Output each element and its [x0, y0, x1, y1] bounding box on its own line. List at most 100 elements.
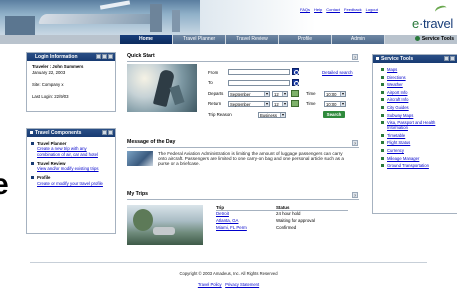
currency-icon	[381, 148, 384, 152]
message-of-the-day-title: Message of the Day	[127, 139, 176, 145]
trip-status: Waiting for approval	[276, 218, 315, 223]
calendar-icon[interactable]	[291, 100, 299, 107]
trip-reason-select[interactable]: Business	[258, 112, 286, 118]
clock-icon	[381, 133, 384, 137]
table-row: Atlanta, GA Waiting for approval	[216, 217, 319, 224]
to-label: To	[208, 80, 213, 85]
from-lookup-button[interactable]	[292, 68, 299, 75]
bullet-icon	[31, 161, 34, 165]
chevron-down-icon	[264, 102, 269, 106]
subway-icon	[381, 113, 384, 117]
service-item-timetable[interactable]: Timetable	[381, 133, 457, 138]
help-icon[interactable]	[96, 54, 101, 59]
contact-link[interactable]: Contact	[326, 7, 340, 12]
table-row: Miami, FL Perm Confirmed	[216, 224, 319, 231]
return-day-select[interactable]: 12	[272, 101, 288, 107]
minimize-icon[interactable]	[444, 56, 449, 61]
travel-components-panel: Travel Components Travel Planner Create …	[26, 128, 116, 234]
return-month-select[interactable]: September	[228, 101, 270, 107]
chevron-down-icon	[280, 113, 285, 117]
service-tools-panel: Service Tools Maps Directions Weather Ai…	[372, 54, 457, 214]
service-item-visa-passport-health[interactable]: Visa, Passport and Health Information	[381, 120, 457, 130]
etravel-logo: e·travel	[412, 16, 453, 31]
copyright-text: Copyright © 2003 Amadeus, Inc. All Right…	[179, 271, 278, 276]
trips-photo	[127, 205, 203, 245]
trip-link[interactable]: Detroit	[216, 211, 229, 216]
travel-review-link[interactable]: View and/or modify existing trips	[37, 166, 110, 171]
service-item-flight-status[interactable]: Flight Status	[381, 140, 457, 145]
faqs-link[interactable]: FAQs	[300, 7, 310, 12]
trips-table: Trip Status Detroit 24 hour hold Atlanta…	[216, 204, 319, 231]
close-icon[interactable]	[108, 54, 113, 59]
chevron-down-icon	[340, 102, 345, 106]
help-link[interactable]: Help	[314, 7, 322, 12]
help-icon[interactable]: ?	[352, 192, 358, 198]
profile-link[interactable]: Create or modify your travel profile	[37, 181, 110, 186]
close-icon[interactable]	[450, 56, 455, 61]
travel-policy-link[interactable]: Travel Policy	[198, 282, 222, 287]
service-item-weather[interactable]: Weather	[381, 82, 457, 87]
depart-month-select[interactable]: September	[228, 91, 270, 97]
header-banner-image	[0, 0, 200, 35]
service-item-city-guides[interactable]: City Guides	[381, 105, 457, 110]
tab-profile[interactable]: Profile	[279, 35, 332, 44]
trip-reason-label: Trip Reason	[208, 112, 232, 117]
travel-review-item: Travel Review View and/or modify existin…	[27, 161, 115, 172]
minimize-icon[interactable]	[102, 130, 107, 135]
service-item-aircraft-info[interactable]: Aircraft Info	[381, 97, 457, 102]
service-item-directions[interactable]: Directions	[381, 75, 457, 80]
depart-day-select[interactable]: 12	[272, 91, 288, 97]
bullet-icon	[376, 57, 379, 60]
trip-link[interactable]: Atlanta, GA	[216, 218, 238, 223]
map-icon	[381, 68, 384, 71]
bullet-icon	[30, 131, 33, 134]
bullet-icon	[31, 176, 34, 180]
from-label: From	[208, 70, 219, 75]
city-icon	[381, 105, 384, 109]
service-item-currency[interactable]: Currency	[381, 148, 457, 153]
calendar-icon[interactable]	[291, 90, 299, 97]
car-icon	[381, 164, 384, 168]
depart-time-label: Time	[306, 91, 316, 96]
gear-icon	[414, 36, 420, 41]
privacy-statement-link[interactable]: Privacy Statement	[225, 282, 259, 287]
main-tabs: Home Travel Planner Travel Review Profil…	[120, 35, 385, 44]
service-item-mileage-manager[interactable]: Mileage Manager	[381, 156, 457, 161]
service-item-maps[interactable]: Maps	[381, 67, 457, 72]
profile-item: Profile Create or modify your travel pro…	[27, 175, 115, 186]
return-time-select[interactable]: 10:00	[324, 101, 346, 107]
tab-travel-planner[interactable]: Travel Planner	[173, 35, 226, 44]
minimize-icon[interactable]	[102, 54, 107, 59]
service-tools-tab[interactable]: Service Tools	[414, 35, 454, 44]
service-item-airport-info[interactable]: Airport Info	[381, 90, 457, 95]
travel-planner-link[interactable]: Create a new trip with any combination o…	[37, 146, 110, 157]
logout-link[interactable]: Logout	[366, 7, 378, 12]
panel-header: Travel Components	[27, 129, 115, 137]
from-input[interactable]	[228, 69, 290, 75]
chevron-down-icon	[282, 92, 287, 96]
tab-home[interactable]: Home	[120, 35, 173, 44]
return-time-label: Time	[306, 101, 316, 106]
last-login: Last Login: 22/9/03	[32, 94, 69, 99]
panel-header: Service Tools	[373, 55, 457, 63]
panel-title: Login Information	[35, 54, 78, 60]
footer-divider	[30, 262, 427, 263]
tab-admin[interactable]: Admin	[332, 35, 385, 44]
directions-icon	[381, 75, 384, 79]
tab-travel-review[interactable]: Travel Review	[226, 35, 279, 44]
to-lookup-button[interactable]	[292, 79, 299, 86]
site-info: Site: Company x	[32, 82, 64, 87]
feedback-link[interactable]: Feedback	[344, 7, 362, 12]
depart-time-select[interactable]: 10:00	[324, 91, 346, 97]
detailed-search-link[interactable]: Detailed search	[322, 70, 353, 76]
service-item-ground-transportation[interactable]: Ground Transportation	[381, 163, 457, 168]
help-icon[interactable]: ?	[352, 54, 358, 60]
quick-start-photo	[127, 64, 197, 112]
passport-icon	[381, 121, 384, 125]
help-icon[interactable]: ?	[352, 140, 358, 146]
close-icon[interactable]	[108, 130, 113, 135]
to-input[interactable]	[228, 80, 290, 86]
service-item-subway-maps[interactable]: Subway Maps	[381, 113, 457, 118]
search-button[interactable]: Search	[323, 111, 345, 118]
trip-link[interactable]: Miami, FL Perm	[216, 225, 247, 230]
